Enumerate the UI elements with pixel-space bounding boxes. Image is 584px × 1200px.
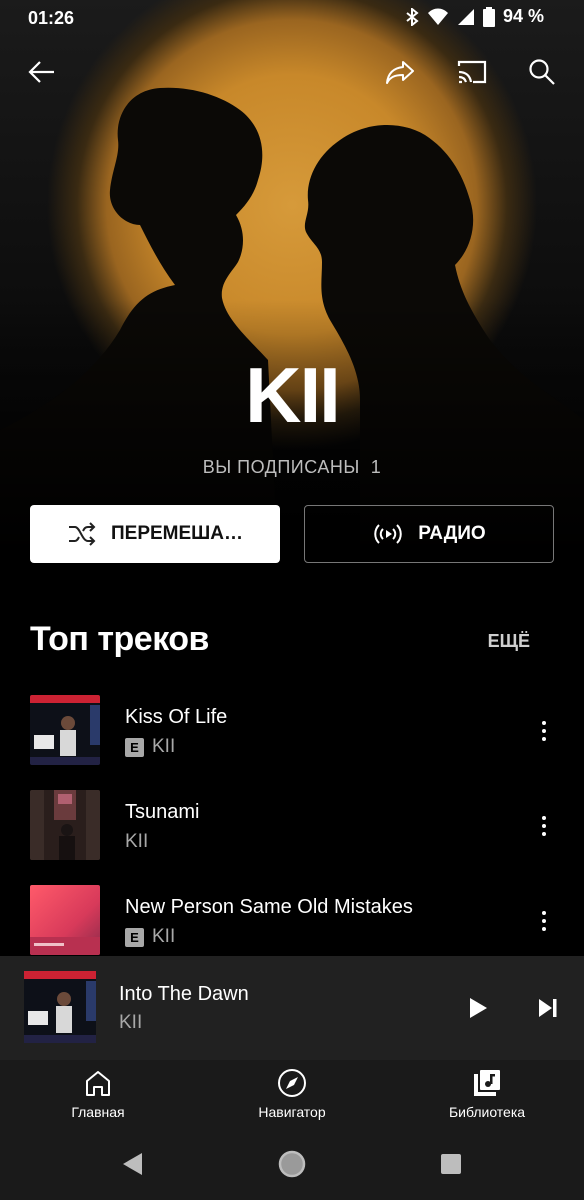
track-cover	[30, 885, 100, 955]
search-button[interactable]	[520, 50, 564, 94]
compass-icon	[278, 1069, 306, 1097]
search-icon	[529, 59, 555, 85]
top-app-bar	[0, 50, 584, 98]
battery-percent: 94 %	[502, 6, 544, 26]
nav-explore[interactable]: Навигатор	[242, 1068, 342, 1120]
top-tracks-more-button[interactable]: ЕЩЁ	[488, 631, 530, 652]
track-cover	[30, 695, 100, 765]
track-artist: KII	[125, 831, 149, 852]
track-artist: KII	[152, 736, 176, 757]
battery-icon	[482, 6, 495, 27]
now-playing-cover	[24, 971, 96, 1043]
skip-next-icon	[539, 999, 557, 1017]
system-home-button[interactable]	[270, 1142, 314, 1186]
bluetooth-icon	[406, 7, 419, 26]
square-recents-icon	[441, 1154, 461, 1174]
cast-button[interactable]	[450, 50, 494, 94]
track-title: Kiss Of Life	[125, 706, 228, 728]
subscribers-label: ВЫ ПОДПИСАНЫ	[202, 457, 360, 477]
track-more-button[interactable]	[532, 810, 556, 842]
artist-name: KII	[245, 351, 341, 439]
track-more-button[interactable]	[532, 905, 556, 937]
circle-home-icon	[278, 1150, 306, 1178]
subscribers-count: 1	[370, 457, 382, 477]
nav-library[interactable]: Библиотека	[437, 1068, 537, 1120]
library-music-icon	[474, 1070, 500, 1096]
share-button[interactable]	[378, 50, 422, 94]
subscription-status: ВЫ ПОДПИСАНЫ 1	[0, 457, 584, 478]
bottom-navigation: Главная Навигатор Библиотека	[0, 1060, 584, 1136]
track-title: New Person Same Old Mistakes	[125, 896, 413, 918]
nav-library-label: Библиотека	[448, 1104, 526, 1120]
home-icon	[86, 1071, 110, 1096]
play-button[interactable]	[456, 986, 500, 1030]
share-icon	[386, 61, 414, 84]
track-row[interactable]: New Person Same Old Mistakes E KII	[0, 885, 584, 957]
explicit-badge: E	[125, 927, 144, 947]
track-title: Tsunami	[125, 801, 200, 823]
shuffle-label: ПЕРЕМЕША…	[111, 523, 243, 544]
radio-label: РАДИО	[418, 523, 486, 544]
more-vert-icon	[542, 911, 546, 931]
cast-icon	[457, 60, 487, 84]
nav-home-label: Главная	[71, 1104, 125, 1120]
mini-player[interactable]: Into The Dawn KII	[0, 956, 584, 1060]
now-playing-title: Into The Dawn	[119, 983, 249, 1005]
shuffle-icon	[69, 522, 96, 546]
system-navigation-bar	[0, 1136, 584, 1200]
shuffle-button[interactable]: ПЕРЕМЕША…	[30, 505, 280, 563]
radio-button[interactable]: РАДИО	[304, 505, 554, 563]
radio-icon	[374, 524, 403, 544]
more-vert-icon	[542, 816, 546, 836]
explicit-badge: E	[125, 737, 144, 757]
track-row[interactable]: Tsunami KII	[0, 790, 584, 862]
skip-next-button[interactable]	[526, 986, 570, 1030]
more-vert-icon	[542, 721, 546, 741]
status-time: 01:26	[28, 8, 75, 28]
cellular-signal-icon	[457, 8, 474, 25]
play-icon	[470, 998, 487, 1018]
top-tracks-title: Топ треков	[30, 620, 209, 658]
track-more-button[interactable]	[532, 715, 556, 747]
track-cover	[30, 790, 100, 860]
track-artist: KII	[152, 926, 176, 947]
now-playing-artist: KII	[119, 1012, 143, 1033]
system-back-button[interactable]	[110, 1142, 154, 1186]
back-button[interactable]	[20, 50, 64, 94]
wifi-icon	[427, 8, 448, 25]
nav-explore-label: Навигатор	[258, 1104, 326, 1120]
triangle-back-icon	[123, 1153, 142, 1175]
nav-home[interactable]: Главная	[58, 1068, 138, 1120]
system-recents-button[interactable]	[429, 1142, 473, 1186]
track-row[interactable]: Kiss Of Life E KII	[0, 695, 584, 767]
status-bar: 01:26 94 %	[0, 0, 584, 36]
arrow-left-icon	[28, 61, 54, 83]
